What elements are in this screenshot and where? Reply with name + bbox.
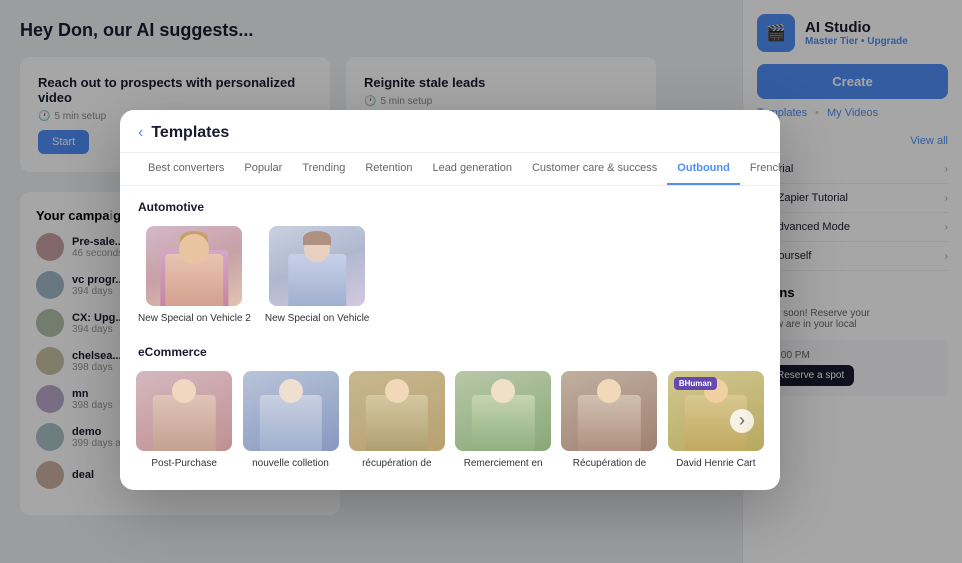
tab-outbound[interactable]: Outbound <box>667 153 740 185</box>
ecommerce-section-title: eCommerce <box>138 345 762 359</box>
template-card-vehicle2[interactable]: New Special on Vehicle 2 <box>138 226 251 325</box>
ecommerce-grid: Post-Purchase nouvelle colletion <box>138 371 762 470</box>
modal-tabs: Best converters Popular Trending Retenti… <box>120 153 780 186</box>
modal-title: Templates <box>151 124 229 142</box>
templates-modal: ‹ Templates Best converters Popular Tren… <box>120 110 780 490</box>
template-label: Remerciement en <box>464 457 543 470</box>
automotive-section-title: Automotive <box>138 200 762 214</box>
template-thumbnail <box>269 226 365 306</box>
tab-customer-care[interactable]: Customer care & success <box>522 153 667 185</box>
template-thumbnail <box>349 371 445 451</box>
template-label: nouvelle colletion <box>252 457 329 470</box>
bhuman-badge: BHuman <box>674 377 717 390</box>
template-card-post-purchase[interactable]: Post-Purchase <box>138 371 230 470</box>
template-card-recuperation1[interactable]: récupération de <box>351 371 443 470</box>
scroll-right-arrow[interactable]: › <box>730 409 754 433</box>
template-label: New Special on Vehicle <box>265 312 370 325</box>
template-card-recuperation2[interactable]: Récupération de <box>563 371 655 470</box>
template-thumbnail <box>146 226 242 306</box>
template-thumbnail <box>136 371 232 451</box>
template-card-remerciement[interactable]: Remerciement en <box>457 371 549 470</box>
modal-header: ‹ Templates <box>120 110 780 153</box>
template-thumbnail <box>243 371 339 451</box>
modal-body: Automotive New Special on Vehicle 2 <box>120 186 780 478</box>
template-thumbnail <box>561 371 657 451</box>
template-label: Récupération de <box>573 457 646 470</box>
back-button[interactable]: ‹ <box>138 124 143 142</box>
tab-trending[interactable]: Trending <box>292 153 355 185</box>
template-label: David Henrie Cart <box>676 457 755 470</box>
template-card-vehicle[interactable]: New Special on Vehicle <box>265 226 370 325</box>
template-thumbnail <box>455 371 551 451</box>
tab-lead-gen[interactable]: Lead generation <box>422 153 522 185</box>
tab-french[interactable]: French <box>740 153 780 185</box>
template-label: Post-Purchase <box>151 457 217 470</box>
template-card-nouvelle[interactable]: nouvelle colletion <box>244 371 336 470</box>
tab-best-converters[interactable]: Best converters <box>138 153 234 185</box>
tab-popular[interactable]: Popular <box>234 153 292 185</box>
automotive-grid: New Special on Vehicle 2 New Special on … <box>138 226 762 325</box>
template-label: récupération de <box>362 457 432 470</box>
template-label: New Special on Vehicle 2 <box>138 312 251 325</box>
tab-retention[interactable]: Retention <box>355 153 422 185</box>
